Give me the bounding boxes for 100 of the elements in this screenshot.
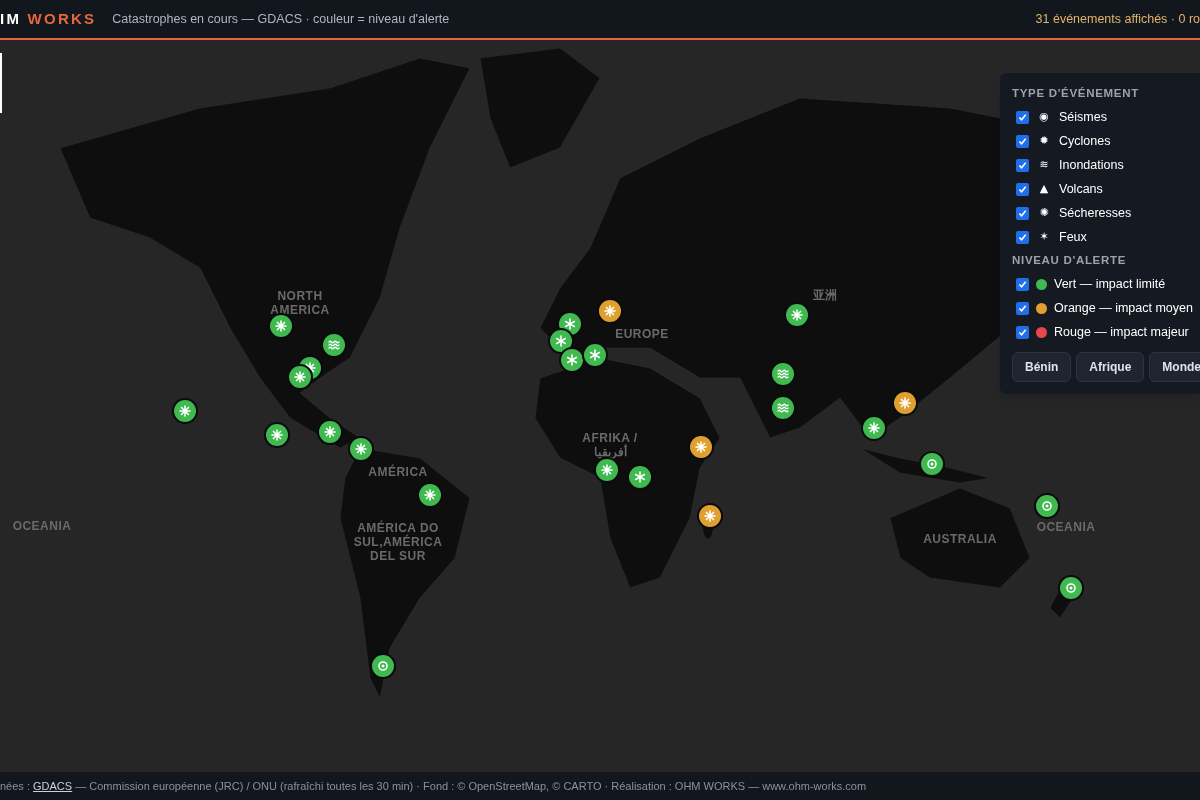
event-summary: 31 événements affichés · 0 ro — [1035, 10, 1200, 28]
burst-icon — [275, 320, 287, 332]
ring-icon — [1065, 582, 1077, 594]
ring-icon — [377, 660, 389, 672]
event-marker[interactable] — [372, 655, 394, 677]
checkbox[interactable] — [1016, 158, 1029, 172]
asterisk-icon — [589, 349, 601, 361]
event-marker[interactable] — [690, 436, 712, 458]
check-icon — [1018, 232, 1027, 242]
type-label: Sécheresses — [1059, 204, 1132, 222]
checkbox[interactable] — [1016, 134, 1029, 148]
check-icon — [1018, 184, 1027, 194]
check-icon — [1018, 328, 1027, 337]
check-icon — [1018, 112, 1027, 122]
check-icon — [1018, 136, 1027, 146]
event-marker[interactable] — [921, 453, 943, 475]
type-label: Cyclones — [1059, 132, 1111, 150]
burst-icon — [355, 443, 367, 455]
event-marker[interactable] — [599, 300, 621, 322]
event-marker[interactable] — [174, 400, 196, 422]
map-label: OCEANIA — [11, 519, 73, 533]
event-marker[interactable] — [629, 466, 651, 488]
event-marker[interactable] — [319, 421, 341, 443]
asterisk-icon — [634, 471, 646, 483]
burst-icon — [601, 464, 613, 476]
map-label: EUROPE — [614, 327, 670, 341]
map-label: AFRIKA / أفريقيا — [581, 431, 639, 459]
asterisk-icon — [555, 335, 567, 347]
waves-icon — [777, 402, 789, 414]
map-label: 亚洲 — [811, 288, 839, 302]
checkbox[interactable] — [1016, 278, 1029, 291]
type-symbol: ▲ — [1038, 181, 1050, 197]
waves-icon — [328, 339, 340, 351]
region-button[interactable]: Monde — [1149, 351, 1200, 382]
page-subtitle: Catastrophes en cours — GDACS · couleur = niveau d'alerte — [112, 10, 450, 28]
type-symbol: ✺ — [1038, 205, 1050, 221]
burst-icon — [294, 371, 306, 383]
event-marker[interactable] — [786, 304, 808, 326]
checkbox[interactable] — [1016, 302, 1029, 315]
event-marker[interactable] — [350, 438, 372, 460]
event-marker[interactable] — [550, 330, 572, 352]
checkbox[interactable] — [1016, 110, 1029, 124]
region-button[interactable]: Bénin — [1012, 351, 1072, 382]
asterisk-icon — [564, 318, 576, 330]
type-symbol: ≋ — [1038, 157, 1050, 173]
type-symbol: ✹ — [1038, 133, 1050, 149]
burst-icon — [179, 405, 191, 417]
type-label: Inondations — [1059, 156, 1124, 174]
event-marker[interactable] — [1060, 577, 1082, 599]
region-button[interactable]: Afrique — [1076, 351, 1145, 382]
check-icon — [1018, 280, 1027, 289]
alert-label: Vert — impact limité — [1054, 276, 1166, 294]
burst-icon — [271, 429, 283, 441]
event-marker[interactable] — [561, 349, 583, 371]
map-label: AMÉRICA — [367, 465, 429, 479]
event-marker[interactable] — [863, 417, 885, 439]
alert-label: Orange — impact moyen — [1054, 300, 1193, 318]
alert-label: Rouge — impact majeur — [1054, 324, 1189, 342]
event-marker[interactable] — [1036, 495, 1058, 517]
burst-icon — [704, 510, 716, 522]
event-marker[interactable] — [266, 424, 288, 446]
burst-icon — [868, 422, 880, 434]
asterisk-icon — [566, 354, 578, 366]
burst-icon — [791, 309, 803, 321]
waves-icon — [777, 368, 789, 380]
event-marker[interactable] — [772, 363, 794, 385]
event-marker[interactable] — [289, 366, 311, 388]
event-marker[interactable] — [419, 484, 441, 506]
event-marker[interactable] — [596, 459, 618, 481]
event-marker[interactable] — [894, 392, 916, 414]
check-icon — [1018, 208, 1027, 218]
burst-icon — [424, 489, 436, 501]
event-marker[interactable] — [323, 334, 345, 356]
burst-icon — [604, 305, 616, 317]
check-icon — [1018, 160, 1027, 170]
checkbox[interactable] — [1016, 326, 1029, 339]
checkbox[interactable] — [1016, 206, 1029, 220]
map-label: AUSTRALIA — [922, 532, 998, 546]
event-marker[interactable] — [584, 344, 606, 366]
burst-icon — [695, 441, 707, 453]
footer-credits: nées : GDACS — Commission européenne (JRC) / ONU (rafraîchi toutes les 30 min) · Fond : © OpenStreetMap, © CARTO · Réalisation : OHM WORKS — www.ohm-works.com — [0, 778, 867, 794]
checkbox[interactable] — [1016, 230, 1029, 244]
map-label: NORTH AMERICA — [269, 289, 331, 317]
event-marker[interactable] — [772, 397, 794, 419]
ring-icon — [926, 458, 938, 470]
map-label: OCEANIA — [1035, 520, 1097, 534]
legend-heading: NIVEAU D'ALERTE — [1012, 253, 1128, 269]
legend-heading: TYPE D'ÉVÉNEMENT — [1012, 86, 1140, 101]
type-symbol: ◉ — [1038, 109, 1050, 125]
type-label: Volcans — [1059, 180, 1103, 198]
ring-icon — [1041, 500, 1053, 512]
event-marker[interactable] — [270, 315, 292, 337]
burst-icon — [899, 397, 911, 409]
checkbox[interactable] — [1016, 182, 1029, 196]
gdacs-link[interactable]: GDACS — [33, 779, 73, 792]
event-marker[interactable] — [699, 505, 721, 527]
logo: IM WORKS — [0, 8, 97, 29]
burst-icon — [324, 426, 336, 438]
type-label: Feux — [1059, 228, 1087, 246]
check-icon — [1018, 304, 1027, 313]
